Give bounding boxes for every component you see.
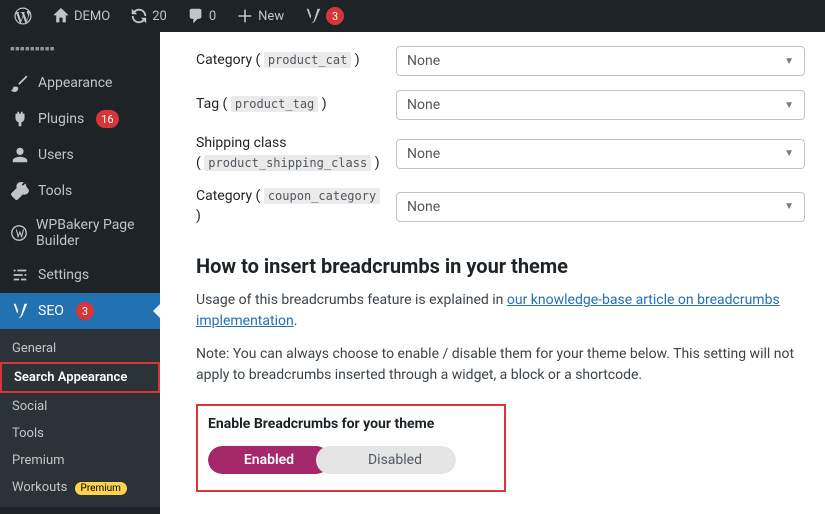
plus-icon [236, 7, 254, 25]
wordpress-icon [14, 7, 32, 25]
menu-label: WPBakery Page Builder [36, 217, 150, 249]
slug: product_cat [264, 52, 351, 68]
enable-breadcrumbs-block: Enable Breadcrumbs for your theme Enable… [196, 404, 506, 492]
menu-settings[interactable]: Settings [0, 257, 160, 293]
select-shipping-class[interactable]: None ▼ [396, 139, 805, 169]
updates-count: 20 [152, 9, 167, 24]
site-name-link[interactable]: DEMO [44, 0, 118, 32]
admin-sidebar: ▪▪▪▪▪▪▪▪▪ Appearance Plugins 16 Users To… [0, 32, 160, 514]
submenu-premium[interactable]: Premium [0, 447, 160, 474]
site-name: DEMO [74, 9, 110, 24]
plugins-count: 16 [96, 110, 118, 128]
toggle-enabled[interactable]: Enabled [208, 446, 330, 474]
breadcrumbs-toggle: Enabled Disabled [208, 446, 456, 474]
field-category-product: Category ( product_cat ) None ▼ [196, 46, 805, 76]
submenu-general[interactable]: General [0, 335, 160, 362]
select-value: None [407, 146, 440, 162]
admin-bar: DEMO 20 0 New 3 [0, 0, 825, 32]
brush-icon [10, 73, 30, 93]
submenu-label: Workouts [12, 480, 67, 495]
submenu-search-appearance[interactable]: Search Appearance [0, 362, 160, 393]
truncated-item: ▪▪▪▪▪▪▪▪▪ [0, 32, 160, 65]
comments-link[interactable]: 0 [179, 0, 224, 32]
slug: coupon_category [264, 188, 380, 204]
comments-count: 0 [209, 9, 216, 24]
chevron-down-icon: ▼ [784, 148, 794, 159]
new-label: New [258, 9, 284, 24]
chevron-down-icon: ▼ [784, 100, 794, 111]
slug: product_shipping_class [204, 155, 371, 171]
field-label: Tag ( product_tag ) [196, 95, 386, 115]
field-tag-product: Tag ( product_tag ) None ▼ [196, 90, 805, 120]
submenu-tools[interactable]: Tools [0, 420, 160, 447]
select-value: None [407, 97, 440, 113]
chevron-down-icon: ▼ [784, 201, 794, 212]
submenu-workouts[interactable]: Workouts Premium [0, 474, 160, 501]
menu-label: Users [38, 147, 74, 163]
premium-pill: Premium [75, 482, 127, 495]
submenu-social[interactable]: Social [0, 393, 160, 420]
menu-label: SEO [38, 303, 64, 319]
field-label: Shipping class ( product_shipping_class … [196, 134, 386, 173]
menu-wpbakery[interactable]: WPBakery Page Builder [0, 209, 160, 257]
main-content: Category ( product_cat ) None ▼ Tag ( pr… [160, 32, 825, 514]
select-tag-product[interactable]: None ▼ [396, 90, 805, 120]
section-heading: How to insert breadcrumbs in your theme [196, 254, 805, 278]
menu-seo[interactable]: SEO 3 [0, 293, 160, 329]
yoast-icon [10, 301, 30, 321]
enable-breadcrumbs-label: Enable Breadcrumbs for your theme [208, 416, 490, 432]
menu-users[interactable]: Users [0, 137, 160, 173]
menu-label: Appearance [38, 75, 112, 91]
menu-label: Plugins [38, 111, 84, 127]
select-value: None [407, 199, 440, 215]
seo-count: 3 [76, 302, 94, 320]
select-value: None [407, 53, 440, 69]
note-desc: Note: You can always choose to enable / … [196, 344, 805, 386]
wrench-icon [10, 181, 30, 201]
wpbakery-icon [10, 223, 28, 243]
yoast-count: 3 [326, 7, 344, 25]
yoast-icon [304, 7, 322, 25]
field-category-coupon: Category ( coupon_category ) None ▼ [196, 187, 805, 226]
home-icon [52, 7, 70, 25]
toggle-disabled[interactable]: Disabled [316, 446, 456, 474]
comment-icon [187, 7, 205, 25]
user-icon [10, 145, 30, 165]
menu-label: Settings [38, 267, 89, 283]
menu-appearance[interactable]: Appearance [0, 65, 160, 101]
select-category-product[interactable]: None ▼ [396, 46, 805, 76]
menu-tools[interactable]: Tools [0, 173, 160, 209]
chevron-down-icon: ▼ [784, 56, 794, 67]
menu-plugins[interactable]: Plugins 16 [0, 101, 160, 137]
seo-submenu: General Search Appearance Social Tools P… [0, 329, 160, 507]
wp-logo[interactable] [6, 0, 40, 32]
field-label: Category ( coupon_category ) [196, 187, 386, 226]
updates-link[interactable]: 20 [122, 0, 175, 32]
usage-desc: Usage of this breadcrumbs feature is exp… [196, 290, 805, 332]
refresh-icon [130, 7, 148, 25]
yoast-link[interactable]: 3 [296, 0, 352, 32]
sliders-icon [10, 265, 30, 285]
new-content-link[interactable]: New [228, 0, 292, 32]
field-label: Category ( product_cat ) [196, 51, 386, 71]
select-category-coupon[interactable]: None ▼ [396, 192, 805, 222]
slug: product_tag [231, 96, 318, 112]
field-shipping-class: Shipping class ( product_shipping_class … [196, 134, 805, 173]
plug-icon [10, 109, 30, 129]
menu-label: Tools [38, 183, 72, 199]
